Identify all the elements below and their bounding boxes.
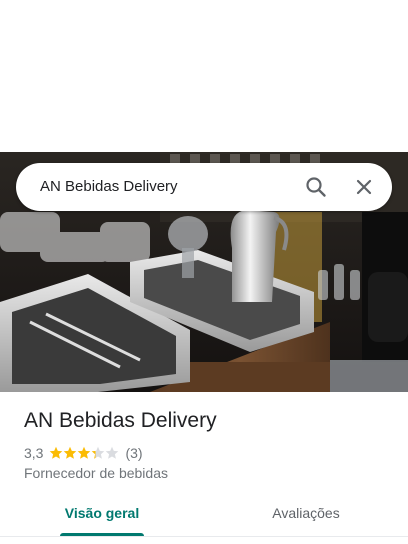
- search-icon[interactable]: [304, 175, 328, 199]
- rating-row[interactable]: 3,3 (3): [24, 444, 143, 462]
- tab-bar: Visão geral Avaliações: [0, 488, 408, 537]
- star-icon: [92, 446, 105, 459]
- place-title: AN Bebidas Delivery: [24, 409, 217, 432]
- star-icon: [106, 446, 119, 459]
- rating-value: 3,3: [24, 445, 44, 461]
- close-icon[interactable]: [352, 175, 376, 199]
- star-icon: [64, 446, 77, 459]
- rating-stars: [49, 446, 119, 460]
- review-count[interactable]: (3): [125, 445, 142, 461]
- tab-reviews[interactable]: Avaliações: [204, 488, 408, 536]
- star-icon: [78, 446, 91, 459]
- place-category[interactable]: Fornecedor de bebidas: [24, 465, 168, 481]
- star-icon: [50, 446, 63, 459]
- search-bar[interactable]: AN Bebidas Delivery: [16, 163, 392, 211]
- search-input[interactable]: AN Bebidas Delivery: [40, 178, 178, 195]
- active-tab-indicator: [60, 533, 144, 536]
- tab-overview[interactable]: Visão geral: [0, 488, 204, 536]
